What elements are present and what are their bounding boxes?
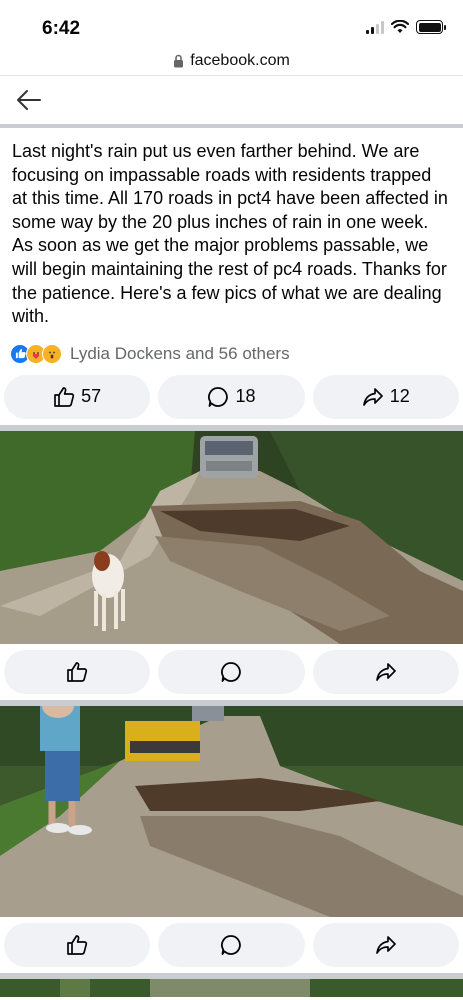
like-count: 57	[81, 386, 102, 407]
status-icons	[366, 20, 446, 34]
photo-1-comment-button[interactable]	[158, 649, 305, 694]
comment-count: 18	[235, 386, 256, 407]
comment-button[interactable]: 18	[158, 374, 305, 419]
lock-icon	[174, 54, 184, 67]
like-icon	[54, 386, 75, 407]
battery-icon	[416, 20, 446, 34]
share-icon	[362, 387, 383, 406]
post-nav-bar	[0, 76, 463, 128]
reactions-count-text[interactable]: Lydia Dockens and 56 others	[70, 344, 290, 364]
photo-1-share-button[interactable]	[312, 649, 459, 694]
wow-reaction-icon	[42, 343, 62, 364]
road-damage-photo-1[interactable]	[0, 430, 463, 644]
share-icon	[375, 935, 396, 954]
photo-1-like-button[interactable]	[4, 649, 151, 694]
road-damage-photo-2[interactable]	[0, 705, 463, 917]
road-damage-photo-3[interactable]	[0, 978, 463, 997]
like-button[interactable]: 57	[4, 374, 151, 419]
post-body-text: Last night's rain put us even farther be…	[12, 141, 448, 327]
like-icon	[67, 661, 88, 682]
like-icon	[67, 934, 88, 955]
url-text[interactable]: facebook.com	[190, 52, 290, 70]
status-time: 6:42	[42, 18, 81, 39]
share-count: 12	[389, 386, 410, 407]
url-bar[interactable]: facebook.com	[0, 46, 463, 76]
post-actions: 57 18 12	[0, 369, 463, 425]
wifi-icon	[391, 20, 409, 33]
reaction-icons	[10, 343, 62, 364]
photo-1-actions	[0, 644, 463, 700]
photo-2-share-button[interactable]	[312, 922, 459, 967]
photo-2-comment-button[interactable]	[158, 922, 305, 967]
back-arrow-icon[interactable]	[16, 89, 42, 111]
share-button[interactable]: 12	[312, 374, 459, 419]
share-icon	[375, 662, 396, 681]
status-bar: 6:42	[0, 0, 463, 46]
comment-icon	[208, 386, 229, 407]
photo-2-actions	[0, 917, 463, 973]
cellular-signal-icon	[366, 20, 384, 34]
comment-icon	[221, 661, 242, 682]
comment-icon	[221, 934, 242, 955]
photo-2-like-button[interactable]	[4, 922, 151, 967]
reactions-summary[interactable]: Lydia Dockens and 56 others	[0, 329, 463, 369]
